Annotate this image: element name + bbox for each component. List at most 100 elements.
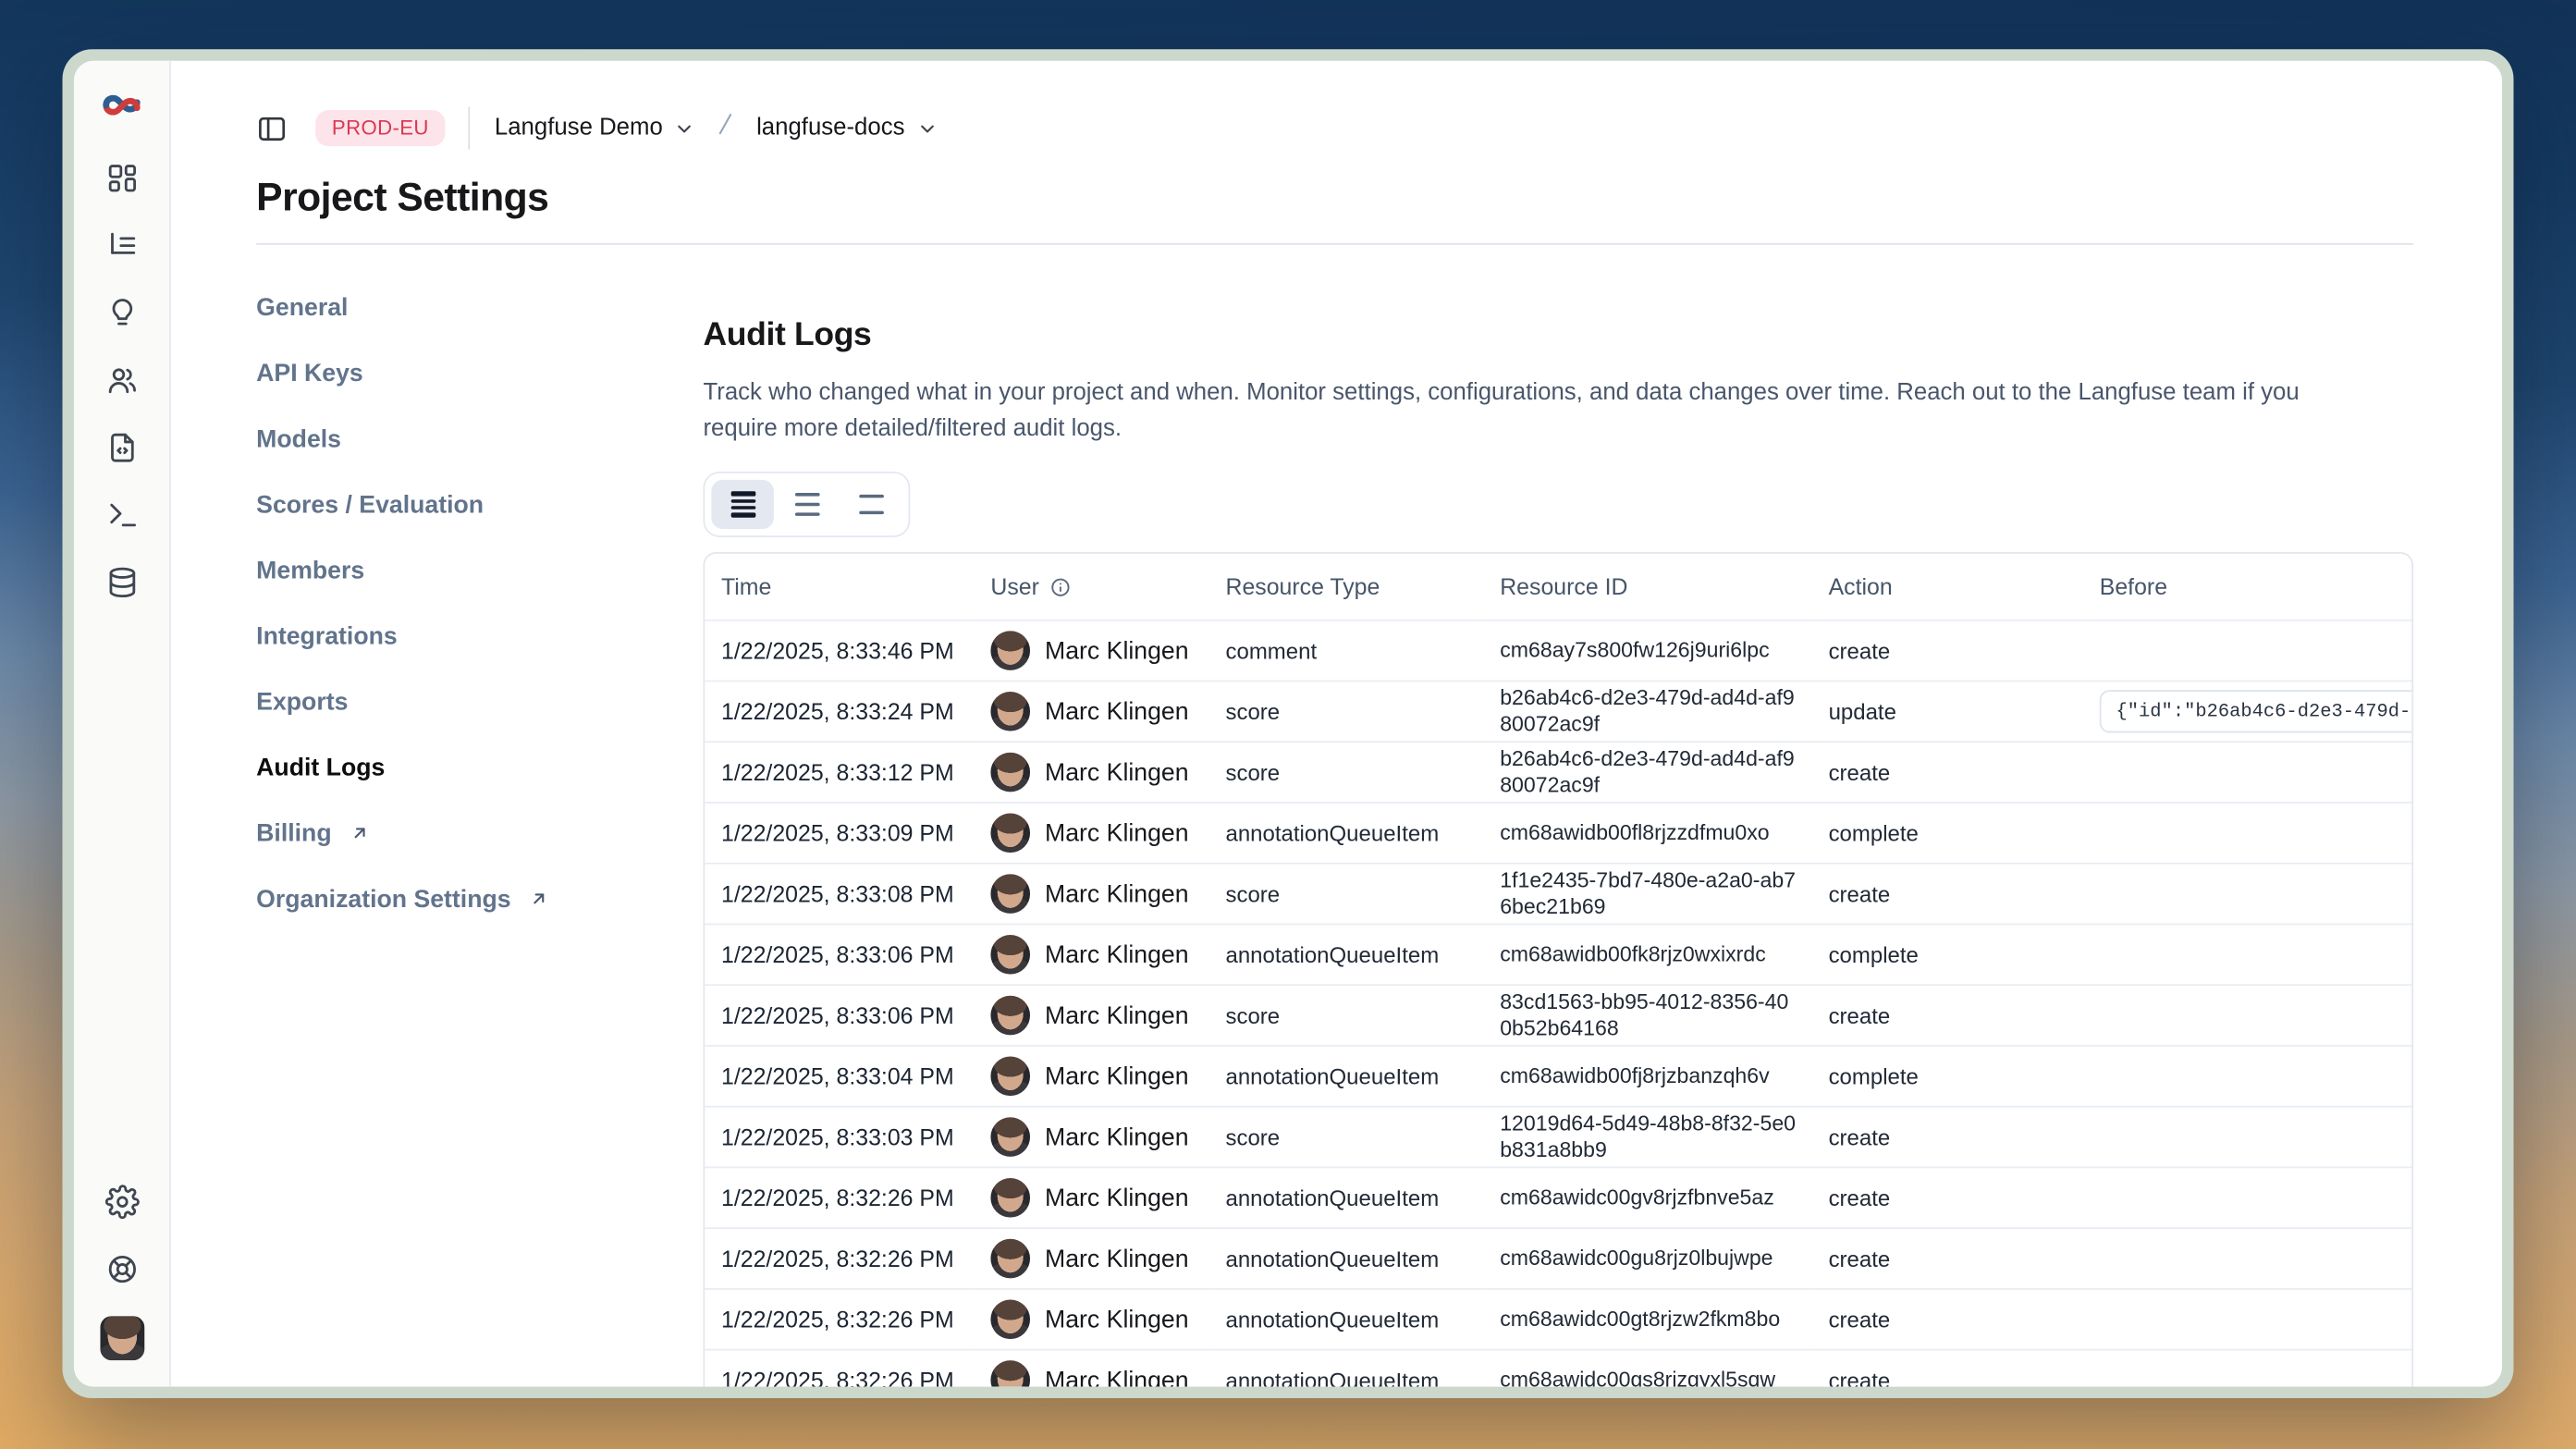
trace-tree-icon[interactable] <box>103 227 141 264</box>
column-header-action: Action <box>1812 554 2083 620</box>
cell-resource-type: score <box>1209 864 1484 925</box>
settings-nav: General API Keys Models Scores / Evaluat… <box>256 245 703 1387</box>
column-header-resource-type: Resource Type <box>1209 554 1484 620</box>
lightbulb-icon[interactable] <box>103 294 141 332</box>
settings-nav-item-general[interactable]: General <box>256 290 703 324</box>
user-avatar <box>990 753 1030 792</box>
cell-action: create <box>1812 1107 2083 1168</box>
cell-time: 1/22/2025, 8:32:26 PM <box>705 1167 974 1228</box>
cell-resource-type: score <box>1209 1107 1484 1168</box>
section-title: Audit Logs <box>703 317 2413 355</box>
user-avatar <box>990 631 1030 670</box>
cell-resource-id: b26ab4c6-d2e3-479d-ad4d-af980072ac9f <box>1483 742 1811 803</box>
table-row: 1/22/2025, 8:33:09 PM Marc Klingen annot… <box>705 803 2411 864</box>
cell-resource-id: 83cd1563-bb95-4012-8356-400b52b64168 <box>1483 985 1811 1046</box>
settings-nav-item-organization-settings[interactable]: Organization Settings <box>256 882 703 915</box>
chevron-down-icon <box>916 117 938 139</box>
organization-name: Langfuse Demo <box>495 115 663 141</box>
cell-resource-type: annotationQueueItem <box>1209 1046 1484 1107</box>
cell-before <box>2083 1046 2411 1107</box>
user-avatar <box>990 814 1030 853</box>
cell-action: create <box>1812 864 2083 925</box>
user-avatar <box>990 1056 1030 1096</box>
audit-logs-section: Audit Logs Track who changed what in you… <box>703 245 2413 1387</box>
cell-before <box>2083 1350 2411 1387</box>
cell-resource-type: score <box>1209 985 1484 1046</box>
cell-resource-id: cm68awidc00gv8rjzfbnve5az <box>1483 1167 1811 1228</box>
info-icon[interactable] <box>1049 577 1071 598</box>
settings-nav-item-billing[interactable]: Billing <box>256 817 703 850</box>
cell-time: 1/22/2025, 8:33:46 PM <box>705 620 974 682</box>
audit-log-table: Time User Resource Type Resource ID Acti… <box>703 552 2413 1387</box>
project-dropdown[interactable]: langfuse-docs <box>756 115 938 141</box>
cell-time: 1/22/2025, 8:33:04 PM <box>705 1046 974 1107</box>
sidebar-toggle-icon[interactable] <box>256 113 288 144</box>
cell-before <box>2083 620 2411 682</box>
table-row: 1/22/2025, 8:33:06 PM Marc Klingen score… <box>705 985 2411 1046</box>
row-density-toggle <box>703 472 910 537</box>
cell-resource-id: cm68ay7s800fw126j9uri6lpc <box>1483 620 1811 682</box>
settings-nav-item-scores-evaluation[interactable]: Scores / Evaluation <box>256 488 703 522</box>
cell-user: Marc Klingen <box>975 620 1209 682</box>
cell-time: 1/22/2025, 8:33:24 PM <box>705 681 974 742</box>
content-area: PROD-EU Langfuse Demo langfuse-docs Proj… <box>171 61 2502 1387</box>
cell-action: create <box>1812 1228 2083 1289</box>
cell-user: Marc Klingen <box>975 803 1209 864</box>
cell-action: create <box>1812 1289 2083 1350</box>
project-name: langfuse-docs <box>756 115 904 141</box>
icon-sidebar <box>74 61 171 1387</box>
before-json-preview[interactable]: {"id":"b26ab4c6-d2e3-479d-a <box>2100 690 2412 732</box>
user-avatar <box>990 1117 1030 1157</box>
cell-resource-type: score <box>1209 742 1484 803</box>
terminal-icon[interactable] <box>103 497 141 534</box>
settings-nav-item-exports[interactable]: Exports <box>256 685 703 718</box>
cell-user: Marc Klingen <box>975 1228 1209 1289</box>
file-code-icon[interactable] <box>103 429 141 467</box>
row-height-compact-icon[interactable] <box>711 480 774 529</box>
cell-resource-id: cm68awidc00gs8rjzgyxl5sqw <box>1483 1350 1811 1387</box>
settings-gear-icon[interactable] <box>103 1183 141 1221</box>
support-lifebuoy-icon[interactable] <box>103 1250 141 1288</box>
settings-nav-item-api-keys[interactable]: API Keys <box>256 357 703 390</box>
user-name: Marc Klingen <box>1045 1062 1189 1090</box>
cell-action: update <box>1812 681 2083 742</box>
user-name: Marc Klingen <box>1045 819 1189 847</box>
cell-user: Marc Klingen <box>975 1167 1209 1228</box>
cell-action: create <box>1812 985 2083 1046</box>
cell-resource-id: 1f1e2435-7bd7-480e-a2a0-ab76bec21b69 <box>1483 864 1811 925</box>
cell-action: create <box>1812 1167 2083 1228</box>
arrow-up-right-icon <box>529 889 548 908</box>
cell-action: create <box>1812 742 2083 803</box>
section-description: Track who changed what in your project a… <box>703 376 2362 447</box>
cell-resource-id: b26ab4c6-d2e3-479d-ad4d-af980072ac9f <box>1483 681 1811 742</box>
cell-action: create <box>1812 1350 2083 1387</box>
row-height-medium-icon[interactable] <box>776 480 839 529</box>
database-icon[interactable] <box>103 563 141 601</box>
settings-nav-item-members[interactable]: Members <box>256 554 703 587</box>
users-icon[interactable] <box>103 362 141 399</box>
langfuse-logo[interactable] <box>102 91 141 120</box>
cell-resource-id: cm68awidc00gu8rjz0lbujwpe <box>1483 1228 1811 1289</box>
column-header-user: User <box>975 554 1209 620</box>
cell-action: complete <box>1812 1046 2083 1107</box>
environment-badge: PROD-EU <box>315 110 445 146</box>
row-height-tall-icon[interactable] <box>840 480 902 529</box>
cell-resource-id: cm68awidb00fk8rjz0wxixrdc <box>1483 924 1811 985</box>
user-name: Marc Klingen <box>1045 637 1189 665</box>
cell-resource-type: annotationQueueItem <box>1209 1228 1484 1289</box>
cell-resource-type: annotationQueueItem <box>1209 803 1484 864</box>
organization-dropdown[interactable]: Langfuse Demo <box>495 115 695 141</box>
cell-action: create <box>1812 620 2083 682</box>
table-row: 1/22/2025, 8:32:26 PM Marc Klingen annot… <box>705 1228 2411 1289</box>
cell-user: Marc Klingen <box>975 864 1209 925</box>
dashboard-grid-icon[interactable] <box>103 159 141 197</box>
cell-before <box>2083 742 2411 803</box>
user-avatar[interactable] <box>99 1316 143 1360</box>
settings-nav-item-audit-logs[interactable]: Audit Logs <box>256 751 703 784</box>
cell-before <box>2083 1289 2411 1350</box>
table-row: 1/22/2025, 8:32:26 PM Marc Klingen annot… <box>705 1289 2411 1350</box>
settings-nav-item-models[interactable]: Models <box>256 423 703 456</box>
settings-nav-item-integrations[interactable]: Integrations <box>256 620 703 653</box>
table-row: 1/22/2025, 8:32:26 PM Marc Klingen annot… <box>705 1350 2411 1387</box>
user-avatar <box>990 996 1030 1036</box>
